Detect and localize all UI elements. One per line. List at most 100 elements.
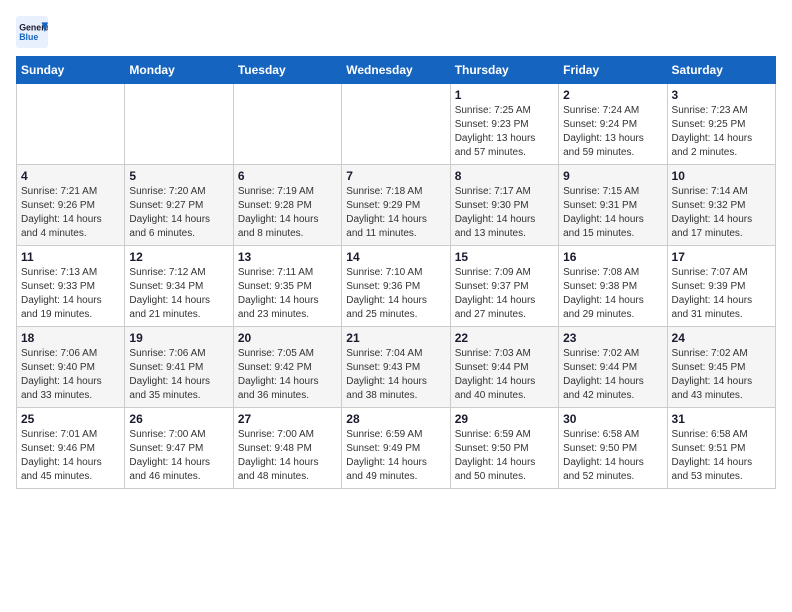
day-number: 8 [455, 169, 554, 183]
calendar-cell: 2 Sunrise: 7:24 AM Sunset: 9:24 PM Daylig… [559, 84, 667, 165]
day-number: 25 [21, 412, 120, 426]
day-number: 2 [563, 88, 662, 102]
calendar-cell: 22Sunrise: 7:03 AM Sunset: 9:44 PM Dayli… [450, 327, 558, 408]
day-info: Sunrise: 7:14 AM Sunset: 9:32 PM Dayligh… [672, 185, 771, 241]
calendar-cell [17, 84, 125, 165]
day-number: 14 [346, 250, 445, 264]
calendar-cell: 12Sunrise: 7:12 AM Sunset: 9:34 PM Dayli… [125, 246, 233, 327]
calendar-week-row: 25 Sunrise: 7:01 AM Sunset: 9:46 PM Dayli… [17, 408, 776, 489]
day-number: 10 [672, 169, 771, 183]
day-number: 11 [21, 250, 120, 264]
day-info: Sunrise: 7:00 AM Sunset: 9:47 PM Dayligh… [129, 428, 228, 484]
day-info: Sunrise: 7:19 AM Sunset: 9:28 PM Dayligh… [238, 185, 337, 241]
day-info: Sunrise: 7:09 AM Sunset: 9:37 PM Dayligh… [455, 266, 554, 322]
day-info: Sunrise: 7:23 AM Sunset: 9:25 PM Dayligh… [672, 104, 771, 160]
weekday-header: Sunday [17, 57, 125, 84]
calendar-cell: 9 Sunrise: 7:15 AM Sunset: 9:31 PM Daylig… [559, 165, 667, 246]
calendar-cell: 26 Sunrise: 7:00 AM Sunset: 9:47 PM Dayli… [125, 408, 233, 489]
day-number: 5 [129, 169, 228, 183]
day-info: Sunrise: 6:58 AM Sunset: 9:50 PM Dayligh… [563, 428, 662, 484]
day-info: Sunrise: 7:06 AM Sunset: 9:41 PM Dayligh… [129, 347, 228, 403]
calendar-cell: 6 Sunrise: 7:19 AM Sunset: 9:28 PM Daylig… [233, 165, 341, 246]
day-info: Sunrise: 6:59 AM Sunset: 9:49 PM Dayligh… [346, 428, 445, 484]
calendar-week-row: 4 Sunrise: 7:21 AM Sunset: 9:26 PM Daylig… [17, 165, 776, 246]
calendar-cell: 3Sunrise: 7:23 AM Sunset: 9:25 PM Daylig… [667, 84, 775, 165]
day-info: Sunrise: 7:20 AM Sunset: 9:27 PM Dayligh… [129, 185, 228, 241]
day-info: Sunrise: 7:04 AM Sunset: 9:43 PM Dayligh… [346, 347, 445, 403]
day-number: 6 [238, 169, 337, 183]
calendar-cell: 10 Sunrise: 7:14 AM Sunset: 9:32 PM Dayli… [667, 165, 775, 246]
day-info: Sunrise: 7:02 AM Sunset: 9:45 PM Dayligh… [672, 347, 771, 403]
day-info: Sunrise: 7:03 AM Sunset: 9:44 PM Dayligh… [455, 347, 554, 403]
day-number: 27 [238, 412, 337, 426]
weekday-header: Friday [559, 57, 667, 84]
day-info: Sunrise: 7:15 AM Sunset: 9:31 PM Dayligh… [563, 185, 662, 241]
calendar-cell: 30 Sunrise: 6:58 AM Sunset: 9:50 PM Dayli… [559, 408, 667, 489]
day-info: Sunrise: 7:10 AM Sunset: 9:36 PM Dayligh… [346, 266, 445, 322]
page-header: General Blue [16, 16, 776, 48]
day-info: Sunrise: 7:18 AM Sunset: 9:29 PM Dayligh… [346, 185, 445, 241]
day-info: Sunrise: 6:58 AM Sunset: 9:51 PM Dayligh… [672, 428, 771, 484]
calendar-cell: 13 Sunrise: 7:11 AM Sunset: 9:35 PM Dayli… [233, 246, 341, 327]
calendar-week-row: 18Sunrise: 7:06 AM Sunset: 9:40 PM Dayli… [17, 327, 776, 408]
calendar-cell: 1Sunrise: 7:25 AM Sunset: 9:23 PM Daylig… [450, 84, 558, 165]
weekday-header: Monday [125, 57, 233, 84]
calendar-cell: 28 Sunrise: 6:59 AM Sunset: 9:49 PM Dayli… [342, 408, 450, 489]
calendar-cell: 15 Sunrise: 7:09 AM Sunset: 9:37 PM Dayli… [450, 246, 558, 327]
day-number: 9 [563, 169, 662, 183]
day-number: 4 [21, 169, 120, 183]
svg-text:Blue: Blue [19, 32, 38, 42]
day-info: Sunrise: 7:00 AM Sunset: 9:48 PM Dayligh… [238, 428, 337, 484]
calendar-header: SundayMondayTuesdayWednesdayThursdayFrid… [17, 57, 776, 84]
day-number: 28 [346, 412, 445, 426]
calendar-cell: 23 Sunrise: 7:02 AM Sunset: 9:44 PM Dayli… [559, 327, 667, 408]
calendar-cell: 27 Sunrise: 7:00 AM Sunset: 9:48 PM Dayli… [233, 408, 341, 489]
day-info: Sunrise: 7:02 AM Sunset: 9:44 PM Dayligh… [563, 347, 662, 403]
day-number: 16 [563, 250, 662, 264]
calendar-cell: 29 Sunrise: 6:59 AM Sunset: 9:50 PM Dayli… [450, 408, 558, 489]
calendar-cell: 8 Sunrise: 7:17 AM Sunset: 9:30 PM Daylig… [450, 165, 558, 246]
day-info: Sunrise: 7:24 AM Sunset: 9:24 PM Dayligh… [563, 104, 662, 160]
day-info: Sunrise: 7:17 AM Sunset: 9:30 PM Dayligh… [455, 185, 554, 241]
day-number: 24 [672, 331, 771, 345]
day-number: 13 [238, 250, 337, 264]
weekday-header: Wednesday [342, 57, 450, 84]
day-number: 23 [563, 331, 662, 345]
day-number: 26 [129, 412, 228, 426]
calendar-cell: 25 Sunrise: 7:01 AM Sunset: 9:46 PM Dayli… [17, 408, 125, 489]
day-number: 30 [563, 412, 662, 426]
calendar-cell [233, 84, 341, 165]
day-number: 18 [21, 331, 120, 345]
calendar-cell: 7 Sunrise: 7:18 AM Sunset: 9:29 PM Daylig… [342, 165, 450, 246]
calendar-cell: 21 Sunrise: 7:04 AM Sunset: 9:43 PM Dayli… [342, 327, 450, 408]
calendar-table: SundayMondayTuesdayWednesdayThursdayFrid… [16, 56, 776, 489]
calendar-cell: 20Sunrise: 7:05 AM Sunset: 9:42 PM Dayli… [233, 327, 341, 408]
calendar-cell: 11 Sunrise: 7:13 AM Sunset: 9:33 PM Dayli… [17, 246, 125, 327]
day-number: 21 [346, 331, 445, 345]
day-number: 7 [346, 169, 445, 183]
weekday-header: Tuesday [233, 57, 341, 84]
calendar-cell: 24 Sunrise: 7:02 AM Sunset: 9:45 PM Dayli… [667, 327, 775, 408]
day-info: Sunrise: 7:13 AM Sunset: 9:33 PM Dayligh… [21, 266, 120, 322]
day-number: 17 [672, 250, 771, 264]
day-info: Sunrise: 6:59 AM Sunset: 9:50 PM Dayligh… [455, 428, 554, 484]
day-info: Sunrise: 7:25 AM Sunset: 9:23 PM Dayligh… [455, 104, 554, 160]
calendar-cell: 4 Sunrise: 7:21 AM Sunset: 9:26 PM Daylig… [17, 165, 125, 246]
day-info: Sunrise: 7:12 AM Sunset: 9:34 PM Dayligh… [129, 266, 228, 322]
calendar-week-row: 11 Sunrise: 7:13 AM Sunset: 9:33 PM Dayli… [17, 246, 776, 327]
calendar-body: 1Sunrise: 7:25 AM Sunset: 9:23 PM Daylig… [17, 84, 776, 489]
day-info: Sunrise: 7:11 AM Sunset: 9:35 PM Dayligh… [238, 266, 337, 322]
day-info: Sunrise: 7:01 AM Sunset: 9:46 PM Dayligh… [21, 428, 120, 484]
day-number: 29 [455, 412, 554, 426]
calendar-week-row: 1Sunrise: 7:25 AM Sunset: 9:23 PM Daylig… [17, 84, 776, 165]
calendar-cell: 18Sunrise: 7:06 AM Sunset: 9:40 PM Dayli… [17, 327, 125, 408]
day-info: Sunrise: 7:05 AM Sunset: 9:42 PM Dayligh… [238, 347, 337, 403]
day-number: 15 [455, 250, 554, 264]
weekday-header: Thursday [450, 57, 558, 84]
day-info: Sunrise: 7:21 AM Sunset: 9:26 PM Dayligh… [21, 185, 120, 241]
calendar-cell: 17Sunrise: 7:07 AM Sunset: 9:39 PM Dayli… [667, 246, 775, 327]
weekday-row: SundayMondayTuesdayWednesdayThursdayFrid… [17, 57, 776, 84]
calendar-cell: 5 Sunrise: 7:20 AM Sunset: 9:27 PM Daylig… [125, 165, 233, 246]
logo: General Blue [16, 16, 52, 48]
calendar-cell [342, 84, 450, 165]
